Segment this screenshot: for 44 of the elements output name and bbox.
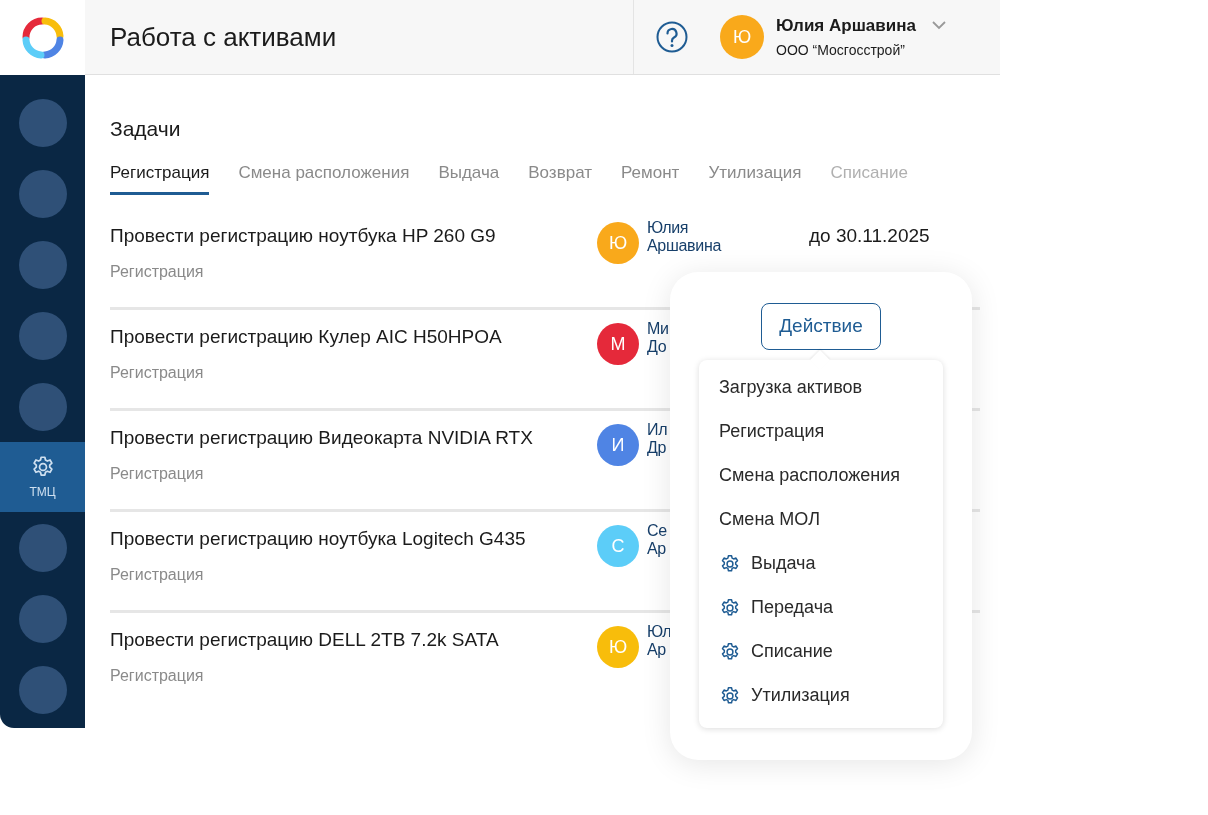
due-date: до 30.11.2025 xyxy=(809,224,930,248)
task-title[interactable]: Провести регистрацию ноутбука HP 260 G9 xyxy=(110,222,597,251)
menu-item[interactable]: Утилизация xyxy=(699,673,943,718)
chevron-down-icon[interactable] xyxy=(931,21,946,30)
assignee-avatar: С xyxy=(597,525,639,567)
nav-item[interactable]: ТМЦ xyxy=(0,442,85,512)
section-title: Задачи xyxy=(110,116,182,142)
tab[interactable]: Ремонт xyxy=(621,156,680,195)
menu-item[interactable]: Смена МОЛ xyxy=(699,497,943,542)
page-title: Работа с активами xyxy=(110,20,338,54)
task-category: Регистрация xyxy=(110,665,205,686)
assignee-name: Ил Др xyxy=(647,421,668,458)
task-category: Регистрация xyxy=(110,463,205,484)
gear-icon xyxy=(719,640,741,663)
task-category: Регистрация xyxy=(110,564,205,585)
assignee-name: Се Ар xyxy=(647,522,667,559)
assignee-avatar: И xyxy=(597,424,639,466)
action-button[interactable]: Действие xyxy=(761,303,881,350)
user-name: Юлия Аршавина xyxy=(776,14,916,37)
menu-item[interactable]: Загрузка активов xyxy=(699,365,943,410)
task-category: Регистрация xyxy=(110,362,205,383)
gear-icon xyxy=(719,684,741,707)
task-title[interactable]: Провести регистрацию ноутбука Logitech G435 xyxy=(110,525,597,554)
help-icon[interactable] xyxy=(656,21,688,53)
task-category: Регистрация xyxy=(110,261,205,282)
menu-item[interactable]: Выдача xyxy=(699,541,943,586)
organization-name: ООО “Мосгосстрой” xyxy=(776,41,906,61)
assignee-avatar: Ю xyxy=(597,626,639,668)
assignee-name: Ми До xyxy=(647,320,669,357)
menu-item[interactable]: Смена расположения xyxy=(699,453,943,498)
assignee-avatar: М xyxy=(597,323,639,365)
assignee-avatar: Ю xyxy=(597,222,639,264)
tab[interactable]: Регистрация xyxy=(110,156,210,195)
gear-icon xyxy=(719,552,741,575)
task-title[interactable]: Провести регистрацию DELL 2TB 7.2k SATA xyxy=(110,626,597,655)
assignee-name: Юлия Аршавина xyxy=(647,219,722,256)
task-title[interactable]: Провести регистрацию Видеокарта NVIDIA RTX xyxy=(110,424,597,453)
task-title[interactable]: Провести регистрацию Кулер AIC H50HPOA xyxy=(110,323,597,352)
gear-icon xyxy=(719,596,741,619)
menu-item[interactable]: Передача xyxy=(699,585,943,630)
user-avatar: Ю xyxy=(720,15,764,59)
menu-item[interactable]: Списание xyxy=(699,629,943,674)
menu-item[interactable]: Регистрация xyxy=(699,409,943,454)
assignee-name: Юл Ар xyxy=(647,623,672,660)
